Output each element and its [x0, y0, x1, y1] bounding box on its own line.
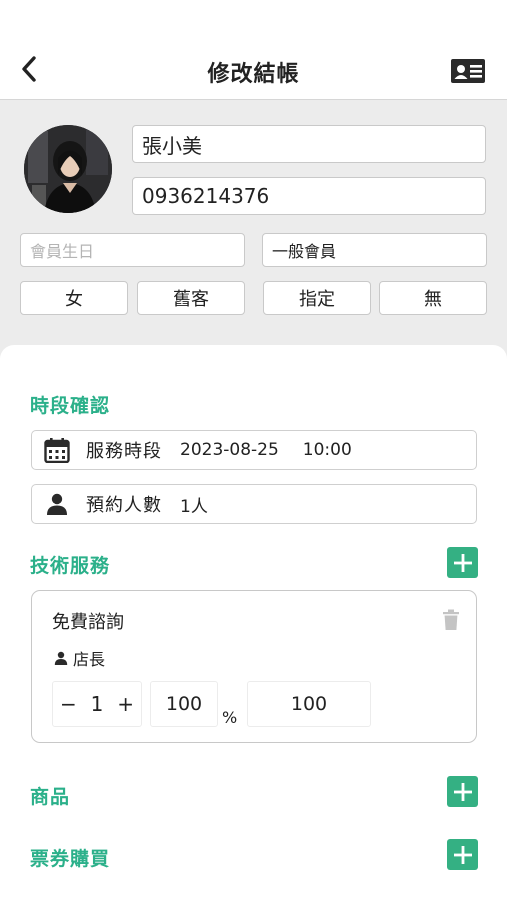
add-service-button[interactable]: [447, 547, 478, 578]
discount-value: 100: [165, 693, 203, 715]
user-icon: [44, 491, 70, 517]
tag-customer-type[interactable]: 舊客: [137, 281, 245, 315]
service-time-value: 10:00: [302, 440, 352, 460]
add-product-button[interactable]: [447, 776, 478, 807]
member-name-field[interactable]: 張小美: [132, 125, 486, 163]
tag-other[interactable]: 無: [379, 281, 487, 315]
section-title-tickets: 票券購買: [30, 848, 111, 870]
birthday-field[interactable]: 會員生日: [20, 233, 245, 267]
quantity-decrement-button[interactable]: −: [60, 692, 77, 716]
service-name: 免費諮詢: [52, 612, 124, 633]
member-name-value: 張小美: [142, 133, 202, 158]
member-level-select[interactable]: 一般會員: [262, 233, 487, 267]
plus-icon: [453, 553, 472, 572]
avatar[interactable]: [24, 125, 112, 213]
quantity-stepper: − 1 +: [52, 681, 142, 727]
service-time-label: 服務時段: [86, 441, 162, 462]
plus-icon: [453, 782, 472, 801]
section-title-services: 技術服務: [30, 555, 111, 577]
calendar-icon: [44, 437, 70, 463]
price-value: 100: [290, 693, 328, 715]
member-phone-field[interactable]: 0936214376: [132, 177, 486, 215]
discount-unit: %: [222, 708, 238, 727]
discount-input[interactable]: 100: [150, 681, 218, 727]
user-icon: [54, 651, 68, 665]
navbar: 修改結帳: [0, 0, 507, 100]
section-title-products: 商品: [30, 786, 71, 808]
service-staff-name: 店長: [73, 650, 106, 669]
people-count-value: 1人: [180, 496, 208, 517]
people-count-row[interactable]: 預約人數 1人: [31, 484, 477, 524]
id-card-icon: [451, 59, 485, 83]
people-count-label: 預約人數: [86, 495, 162, 516]
tag-designation[interactable]: 指定: [263, 281, 371, 315]
price-input[interactable]: 100: [247, 681, 371, 727]
service-staff[interactable]: 店長: [54, 646, 105, 670]
checkout-sheet: 時段確認 服務時段 2023-08-25 10:00 預約人數 1人 技術服務: [0, 345, 507, 900]
service-date-value: 2023-08-25: [180, 440, 279, 460]
plus-icon: [453, 845, 472, 864]
delete-service-button[interactable]: [442, 609, 460, 631]
page-title: 修改結帳: [207, 62, 300, 87]
member-profile: 張小美 0936214376 會員生日 一般會員 女 舊客 指定 無: [0, 100, 507, 360]
member-level-value: 一般會員: [272, 242, 337, 261]
birthday-placeholder: 會員生日: [30, 242, 95, 261]
tag-gender[interactable]: 女: [20, 281, 128, 315]
add-ticket-button[interactable]: [447, 839, 478, 870]
trash-icon: [443, 609, 459, 630]
quantity-increment-button[interactable]: +: [117, 692, 134, 716]
service-time-row[interactable]: 服務時段 2023-08-25 10:00: [31, 430, 477, 470]
member-phone-value: 0936214376: [142, 184, 270, 208]
section-title-timeslot: 時段確認: [30, 395, 111, 417]
member-card-button[interactable]: [450, 57, 486, 85]
service-item-card: 免費諮詢 店長 − 1 + 100 % 100: [31, 590, 477, 743]
quantity-value: 1: [90, 692, 104, 716]
